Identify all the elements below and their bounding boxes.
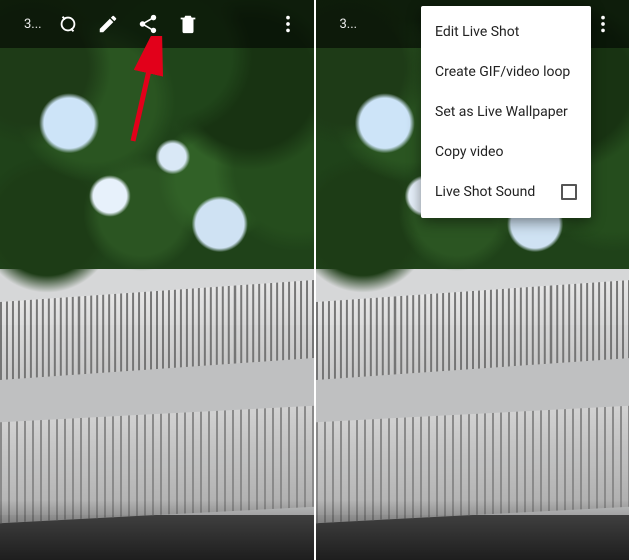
overflow-menu-icon[interactable] [268,4,308,44]
menu-item-label: Edit Live Shot [435,24,519,40]
sound-checkbox[interactable] [561,184,577,200]
menu-item-set-wallpaper[interactable]: Set as Live Wallpaper [421,92,591,132]
phone-screen-right: 3... Edit Live Shot Create GIF/video loo… [316,0,631,560]
menu-item-live-shot-sound[interactable]: Live Shot Sound [421,172,591,212]
menu-item-label: Set as Live Wallpaper [435,104,568,120]
menu-item-label: Create GIF/video loop [435,64,570,80]
phone-screen-left: 3... [0,0,316,560]
action-bar: 3... [0,0,314,48]
photo-title: 3... [24,17,42,32]
bottom-gradient [0,500,314,560]
overflow-menu: Edit Live Shot Create GIF/video loop Set… [421,6,591,218]
menu-item-label: Live Shot Sound [435,184,535,200]
menu-item-edit-live-shot[interactable]: Edit Live Shot [421,12,591,52]
edit-icon[interactable] [88,4,128,44]
delete-icon[interactable] [168,4,208,44]
menu-item-label: Copy video [435,144,503,160]
bottom-gradient [316,500,630,560]
share-icon[interactable] [128,4,168,44]
photo-background [0,0,314,560]
photo-title: 3... [340,17,358,32]
menu-item-copy-video[interactable]: Copy video [421,132,591,172]
live-shot-icon[interactable] [48,4,88,44]
menu-item-create-gif[interactable]: Create GIF/video loop [421,52,591,92]
